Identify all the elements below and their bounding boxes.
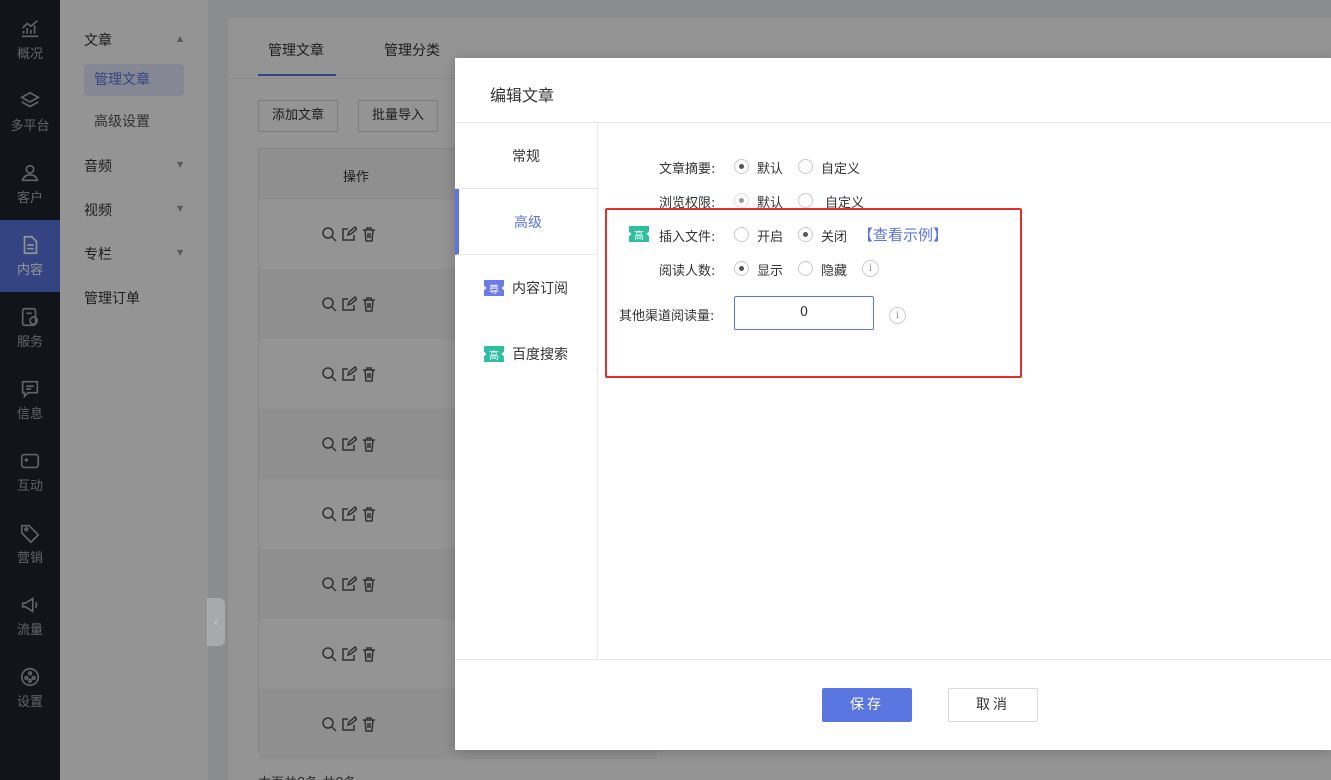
modal-tab-label: 常规	[512, 148, 540, 165]
summary-label: 文章摘要:	[659, 162, 716, 177]
modal-side-tabs: 常规 高级 尊 内容订阅 高 百度搜索	[455, 123, 598, 659]
modal-tab-advanced[interactable]: 高级	[455, 189, 597, 255]
info-icon[interactable]: i	[862, 260, 879, 277]
reader-show-text: 显示	[757, 264, 784, 279]
other-channel-reads-input[interactable]: 0	[734, 296, 874, 330]
other-channel-reads-label: 其他渠道阅读量:	[619, 309, 715, 324]
modal-tab-label: 百度搜索	[512, 347, 568, 363]
modal-tab-baidu-search[interactable]: 高 百度搜索	[455, 321, 597, 387]
advanced-badge-icon: 高	[484, 346, 504, 362]
permission-default-radio[interactable]	[734, 193, 749, 208]
view-example-link[interactable]: 【查看示例】	[858, 224, 948, 245]
modal-tab-label: 高级	[514, 214, 542, 231]
modal-title: 编辑文章	[490, 86, 555, 105]
modal-footer-divider	[455, 659, 1331, 660]
save-button[interactable]: 保存	[822, 688, 912, 722]
reader-hide-text: 隐藏	[821, 264, 848, 279]
vip-badge-icon: 尊	[484, 280, 504, 296]
insert-file-on-text: 开启	[757, 230, 784, 245]
modal-tab-label: 内容订阅	[512, 281, 568, 297]
summary-default-radio[interactable]	[734, 159, 749, 174]
summary-custom-text: 自定义	[821, 162, 861, 177]
info-icon[interactable]: i	[889, 307, 906, 324]
modal-tab-general[interactable]: 常规	[455, 123, 597, 189]
cancel-button[interactable]: 取消	[948, 688, 1038, 722]
reader-count-label: 阅读人数:	[659, 264, 716, 279]
summary-default-text: 默认	[757, 162, 784, 177]
insert-file-off-text: 关闭	[821, 230, 848, 245]
reader-hide-radio[interactable]	[798, 261, 813, 276]
modal-tab-content-subscribe[interactable]: 尊 内容订阅	[455, 255, 597, 321]
insert-file-off-radio[interactable]	[798, 227, 813, 242]
permission-custom-radio[interactable]	[798, 193, 813, 208]
advanced-badge-icon: 高	[629, 226, 649, 242]
chevron-left-icon: ‹	[213, 615, 219, 629]
insert-file-label: 插入文件:	[659, 230, 716, 245]
reader-show-radio[interactable]	[734, 261, 749, 276]
summary-custom-radio[interactable]	[798, 159, 813, 174]
insert-file-on-radio[interactable]	[734, 227, 749, 242]
edit-article-modal: 编辑文章 常规 高级 尊 内容订阅 高 百度搜索 文章摘要: 默认 自定义 浏览…	[455, 58, 1331, 750]
collapse-sidebar-button[interactable]: ‹	[207, 598, 225, 646]
